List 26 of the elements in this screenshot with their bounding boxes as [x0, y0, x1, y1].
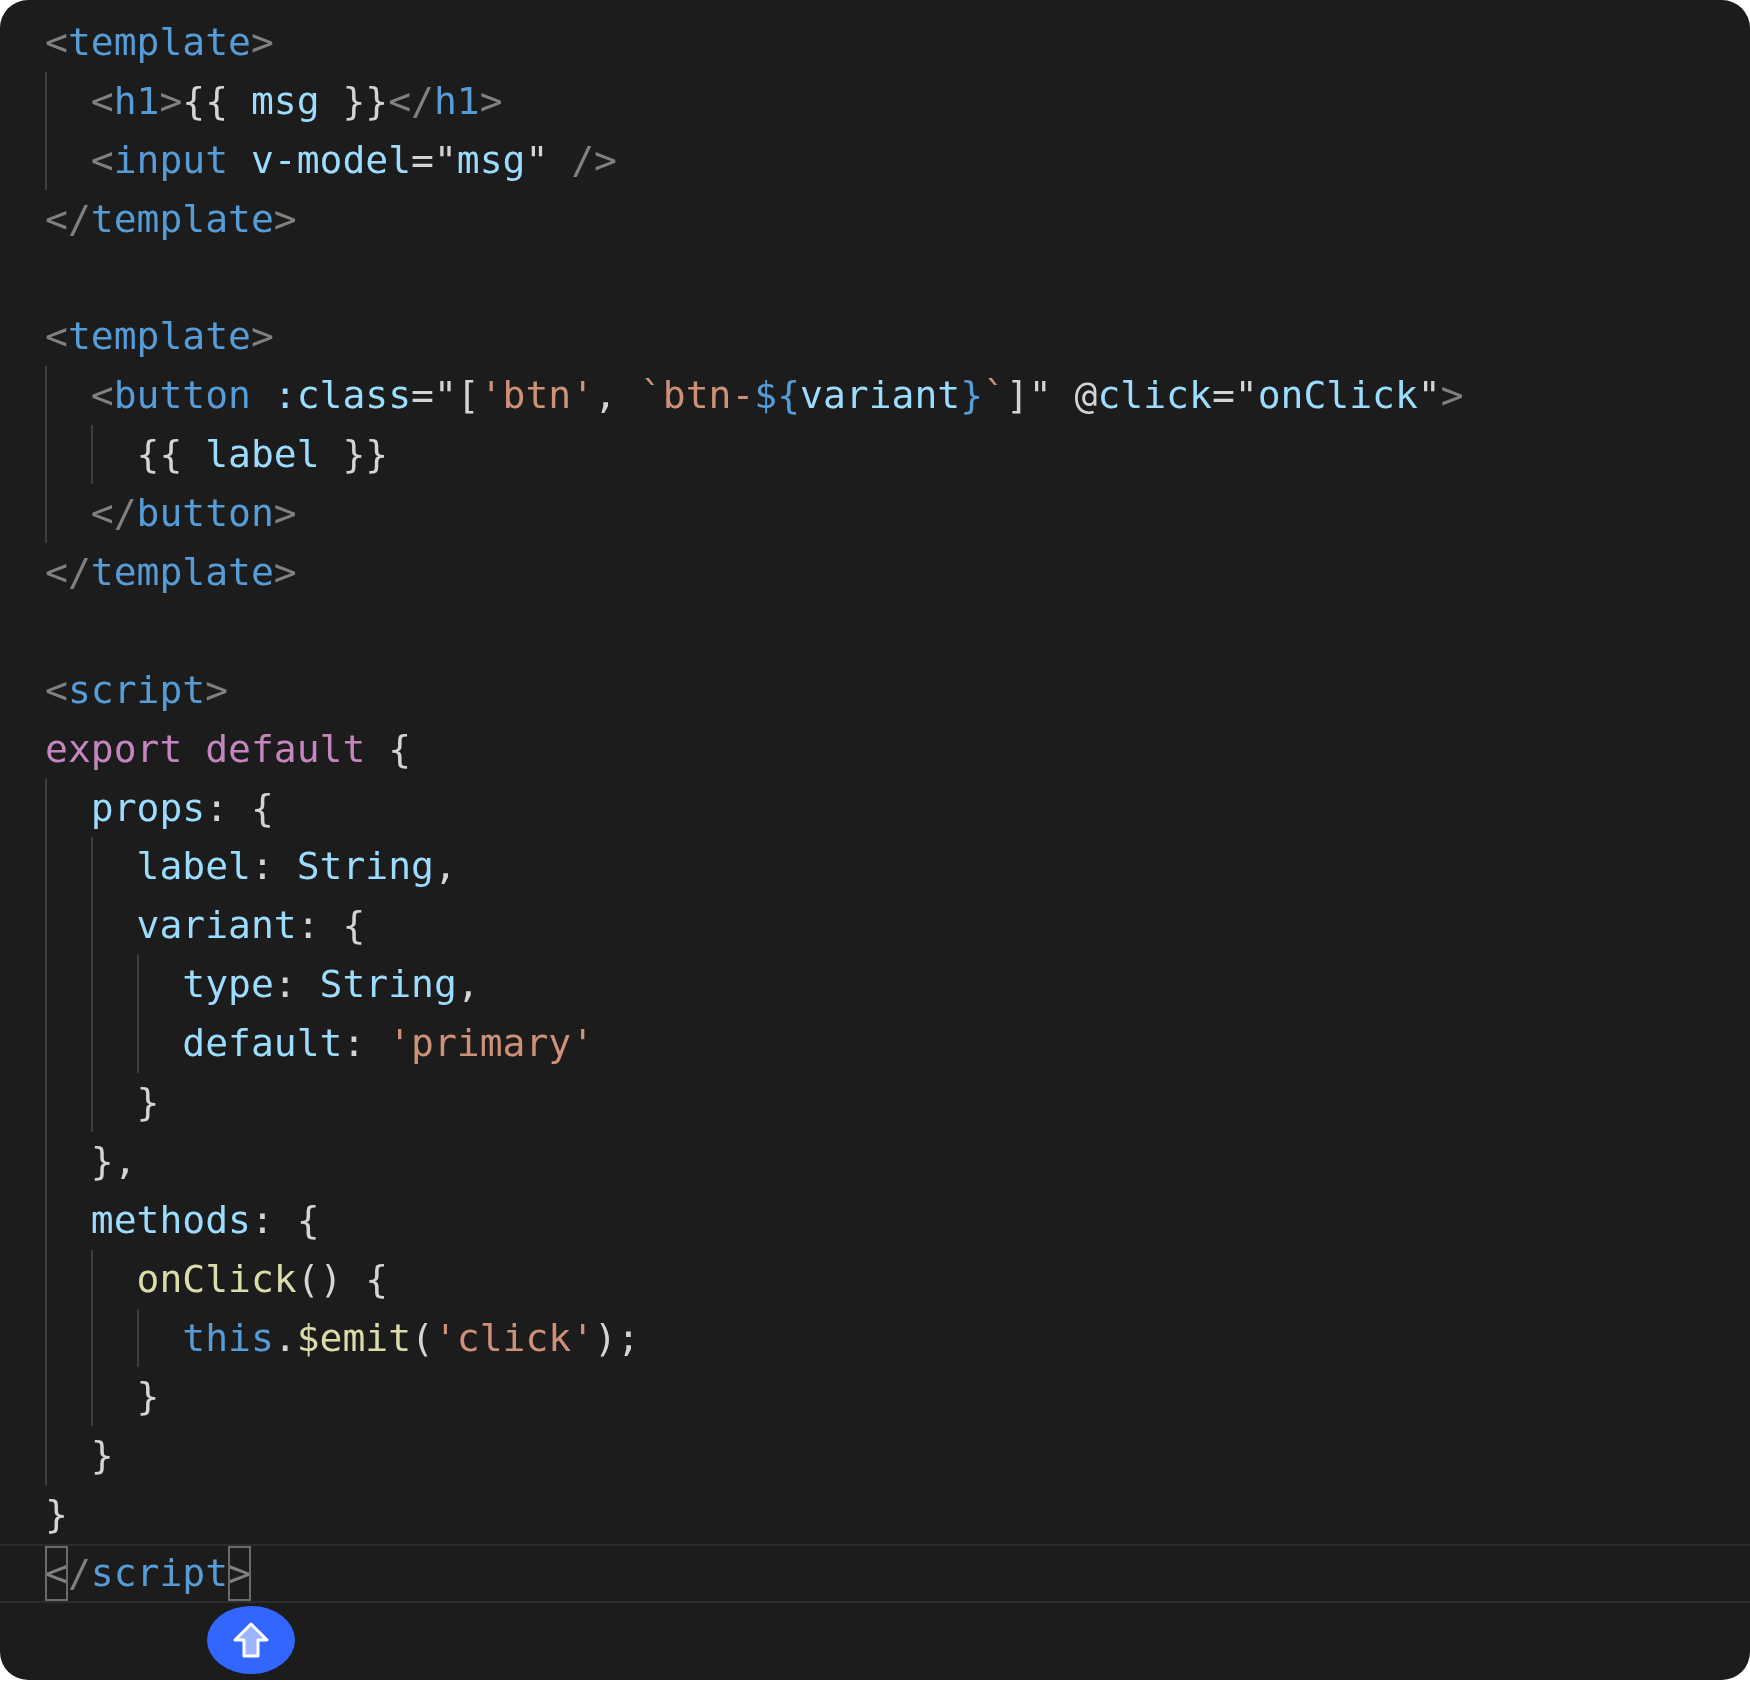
code-line: </template>: [45, 195, 298, 243]
code-line: <input v-model="msg" />: [45, 130, 1750, 190]
code-line: }: [45, 1073, 1750, 1132]
code-line: label: String,: [45, 837, 1750, 897]
code-line: variant: {: [45, 896, 1750, 956]
code-line: <h1>{{ msg }}</h1>: [45, 71, 1750, 131]
code-line: type: String,: [45, 955, 1750, 1015]
code-line: }: [45, 1491, 69, 1539]
code-line: export default {: [45, 725, 413, 773]
code-line: {{ label }}: [45, 425, 1750, 485]
code-line: onClick() {: [45, 1249, 1750, 1309]
up-arrow-icon: [231, 1621, 271, 1659]
code-line: props: {: [45, 778, 1750, 838]
code-line: default: 'primary': [45, 1014, 1750, 1074]
code-line: <button :class="['btn', `btn-${variant}`]" @click="onClick">: [45, 366, 1750, 426]
code-line: }: [45, 1367, 1750, 1427]
code-line: <template>: [45, 313, 275, 361]
code-line: },: [45, 1131, 1750, 1191]
code-line: }: [45, 1426, 1750, 1486]
code-line: </button>: [45, 484, 1750, 543]
code-line: </script>: [0, 1544, 1750, 1604]
code-line: </template>: [45, 549, 298, 596]
code-line: methods: {: [45, 1190, 1750, 1250]
code-line: <template>: [45, 19, 275, 66]
code-line: <script>: [45, 666, 230, 714]
code-line: this.$emit('click');: [45, 1308, 1750, 1368]
